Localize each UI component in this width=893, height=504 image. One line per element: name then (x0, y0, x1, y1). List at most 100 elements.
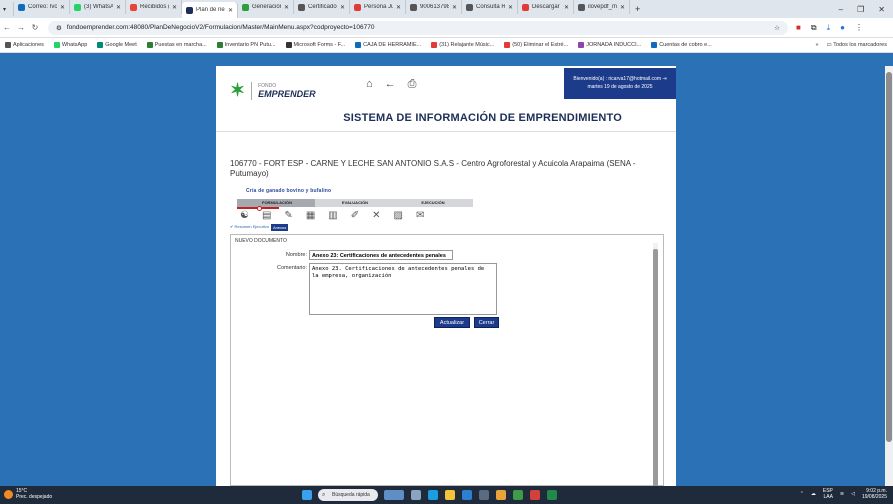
tab-close-icon[interactable]: ✕ (172, 4, 177, 11)
tab-close-icon[interactable]: ✕ (620, 4, 625, 11)
bookmark-item[interactable]: Puestas en marcha... (142, 42, 212, 48)
wifi-icon[interactable]: ≋ (840, 491, 844, 497)
menu-icon[interactable]: ⋮ (855, 23, 863, 33)
phase-formulacion[interactable]: FORMULACIÓN (237, 199, 317, 207)
print-icon[interactable]: ⎙ (408, 78, 417, 91)
tab-close-icon[interactable]: ✕ (452, 4, 457, 11)
minimize-icon[interactable]: – (839, 5, 843, 14)
chart-icon[interactable]: ▨ (394, 210, 403, 221)
tab-close-icon[interactable]: ✕ (508, 4, 513, 11)
edge-icon[interactable] (428, 490, 438, 500)
new-tab-button[interactable]: + (630, 4, 645, 14)
pdf-extension-icon[interactable]: ■ (796, 23, 801, 33)
edit-icon[interactable]: ✐ (351, 210, 359, 221)
url-field[interactable]: ⚙ fondoemprender.com:48080/PlanDeNegocio… (48, 20, 788, 35)
excel-icon[interactable] (547, 490, 557, 500)
forward-icon[interactable]: → (14, 23, 28, 32)
handshake-icon[interactable]: ✉ (416, 210, 424, 221)
browser-tab[interactable]: (3) WhatsApp✕ (70, 0, 126, 14)
bookmark-item[interactable]: CAJA DE HERRAMIE... (350, 42, 426, 48)
update-button[interactable]: Actualizar (434, 317, 470, 328)
tab-close-icon[interactable]: ✕ (228, 7, 233, 14)
taskview-icon[interactable] (384, 490, 404, 500)
profile-avatar[interactable]: ● (840, 23, 845, 33)
tab-close-icon[interactable]: ✕ (116, 4, 121, 11)
cloud-icon[interactable]: ☁ (811, 491, 816, 497)
browser-tab[interactable]: Certificado de✕ (294, 0, 350, 14)
extensions-icon[interactable]: ⧉ (811, 23, 817, 33)
widget-icon[interactable] (411, 490, 421, 500)
start-icon[interactable] (302, 490, 312, 500)
tab-close-icon[interactable]: ✕ (340, 4, 345, 11)
browser-tab[interactable]: Recibidos (156✕ (126, 0, 182, 14)
phase-tabs: FORMULACIÓN EVALUACIÓN EJECUCIÓN (237, 199, 473, 207)
restore-icon[interactable]: ❐ (857, 5, 864, 14)
home-icon[interactable]: ⌂ (366, 78, 373, 91)
browser-tab-label: ilovepdf_merg (588, 4, 617, 10)
bookmark-item[interactable]: Inventario PN Putu... (212, 42, 281, 48)
bookmark-item[interactable]: (50) Eliminar el Estré... (499, 42, 573, 48)
store-icon[interactable] (462, 490, 472, 500)
close-button[interactable]: Cerrar (474, 317, 499, 328)
volume-icon[interactable]: ◁ (851, 491, 855, 497)
sena-logo-icon: ✶ (230, 80, 246, 100)
bookmark-item[interactable]: (31) Relajante Músic... (426, 42, 499, 48)
bookmark-item[interactable]: JORNADA INDUCCI... (573, 42, 646, 48)
browser-tab-bar: ▾ Correo: Ivonn✕(3) WhatsApp✕Recibidos (… (0, 0, 893, 18)
browser-tab[interactable]: Plan de negoci✕ (182, 2, 238, 18)
site-info-icon[interactable]: ⚙ (56, 24, 62, 32)
bookmark-item[interactable]: Aplicaciones (0, 42, 49, 48)
pin-icon[interactable]: ✎ (284, 210, 292, 221)
back-icon[interactable]: ← (0, 23, 14, 32)
tab-list-button[interactable]: ▾ (0, 2, 14, 16)
page-scrollbar-thumb[interactable] (886, 72, 892, 442)
tab-close-icon[interactable]: ✕ (284, 4, 289, 11)
close-window-icon[interactable]: ✕ (878, 5, 885, 14)
subtab-resumen[interactable]: ✔ Resumen Ejecutivo (230, 224, 269, 231)
back-arrow-icon[interactable]: ← (385, 78, 396, 91)
building-icon[interactable]: ▥ (328, 210, 337, 221)
bookmark-star-icon[interactable]: ☆ (774, 24, 780, 32)
browser-tab[interactable]: 9006137984 (✕ (406, 0, 462, 14)
taskbar-search[interactable]: Búsqueda rápida (318, 489, 378, 501)
subtab-anexos[interactable]: Anexos (270, 224, 289, 231)
download-icon[interactable]: ⤓ (827, 23, 831, 33)
bookmark-item[interactable]: Cuentas de cobro e... (646, 42, 717, 48)
tab-close-icon[interactable]: ✕ (564, 4, 569, 11)
phase-ejecucion[interactable]: EJECUCIÓN (393, 199, 473, 207)
tab-close-icon[interactable]: ✕ (60, 4, 65, 11)
comment-field[interactable]: Anexo 23. Certificaciones de antecedente… (309, 263, 497, 315)
app-icon[interactable] (479, 490, 489, 500)
panel-scrollbar-thumb[interactable] (653, 249, 658, 487)
reload-icon[interactable]: ↻ (28, 23, 42, 32)
office-icon[interactable] (530, 490, 540, 500)
fondo-emprender-logo[interactable]: ✶ FONDO EMPRENDER (230, 80, 316, 101)
search-icon: ⌕ (322, 492, 326, 498)
bookmark-label: JORNADA INDUCCI... (586, 42, 642, 48)
bookmark-item[interactable]: WhatsApp (49, 42, 92, 48)
chrome-icon[interactable] (496, 490, 506, 500)
tab-close-icon[interactable]: ✕ (396, 4, 401, 11)
tray-up-icon[interactable]: ⌃ (800, 491, 804, 497)
more-bookmarks-icon[interactable]: » (815, 42, 818, 48)
clipboard-icon[interactable]: ▤ (262, 210, 271, 221)
explorer-icon[interactable] (445, 490, 455, 500)
chrome-2-icon[interactable] (513, 490, 523, 500)
browser-tab[interactable]: Correo: Ivonn✕ (14, 0, 70, 14)
browser-tab[interactable]: Persona Jurídic✕ (350, 0, 406, 14)
weather-widget[interactable]: 15°C Prec. despejado (4, 488, 52, 500)
browser-tab[interactable]: ilovepdf_merg✕ (574, 0, 630, 14)
logout-icon[interactable]: ⇥ (662, 76, 666, 82)
tools-icon[interactable]: ✕ (372, 210, 380, 221)
browser-tab[interactable]: Descargar arch✕ (518, 0, 574, 14)
name-field[interactable]: Anexo 23: Certificaciones de antecedente… (309, 250, 453, 260)
phase-evaluacion[interactable]: EVALUACIÓN (315, 199, 395, 207)
bookmark-item[interactable]: Google Meet (92, 42, 142, 48)
bookmark-icon (431, 42, 438, 48)
browser-tab[interactable]: Consulta RNM✕ (462, 0, 518, 14)
calendar-icon[interactable]: ▦ (306, 210, 315, 221)
users-icon[interactable]: ☯ (240, 210, 249, 221)
bookmark-item[interactable]: Microsoft Forms - F... (281, 42, 351, 48)
all-bookmarks-folder[interactable]: ▭ Todos los marcadores (827, 42, 887, 48)
browser-tab[interactable]: Generación de✕ (238, 0, 294, 14)
